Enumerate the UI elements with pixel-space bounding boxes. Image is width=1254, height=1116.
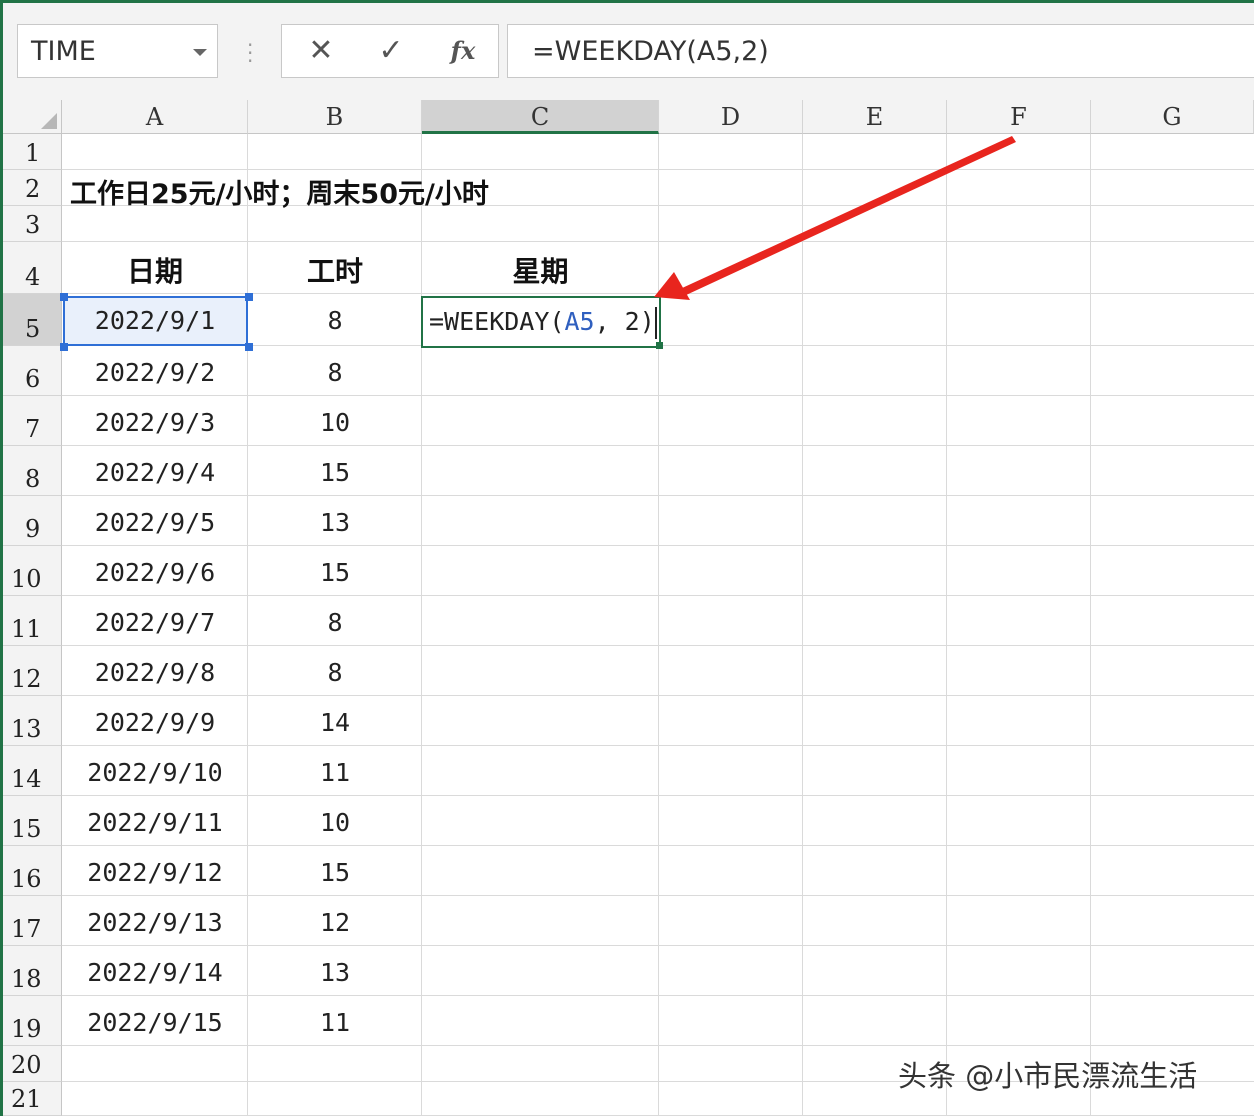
watermark: 头条 @小市民漂流生活: [898, 1059, 1198, 1093]
red-arrow-annotation: [654, 136, 1016, 300]
arrow-shaft: [680, 136, 1016, 296]
arrow-head: [654, 272, 690, 300]
